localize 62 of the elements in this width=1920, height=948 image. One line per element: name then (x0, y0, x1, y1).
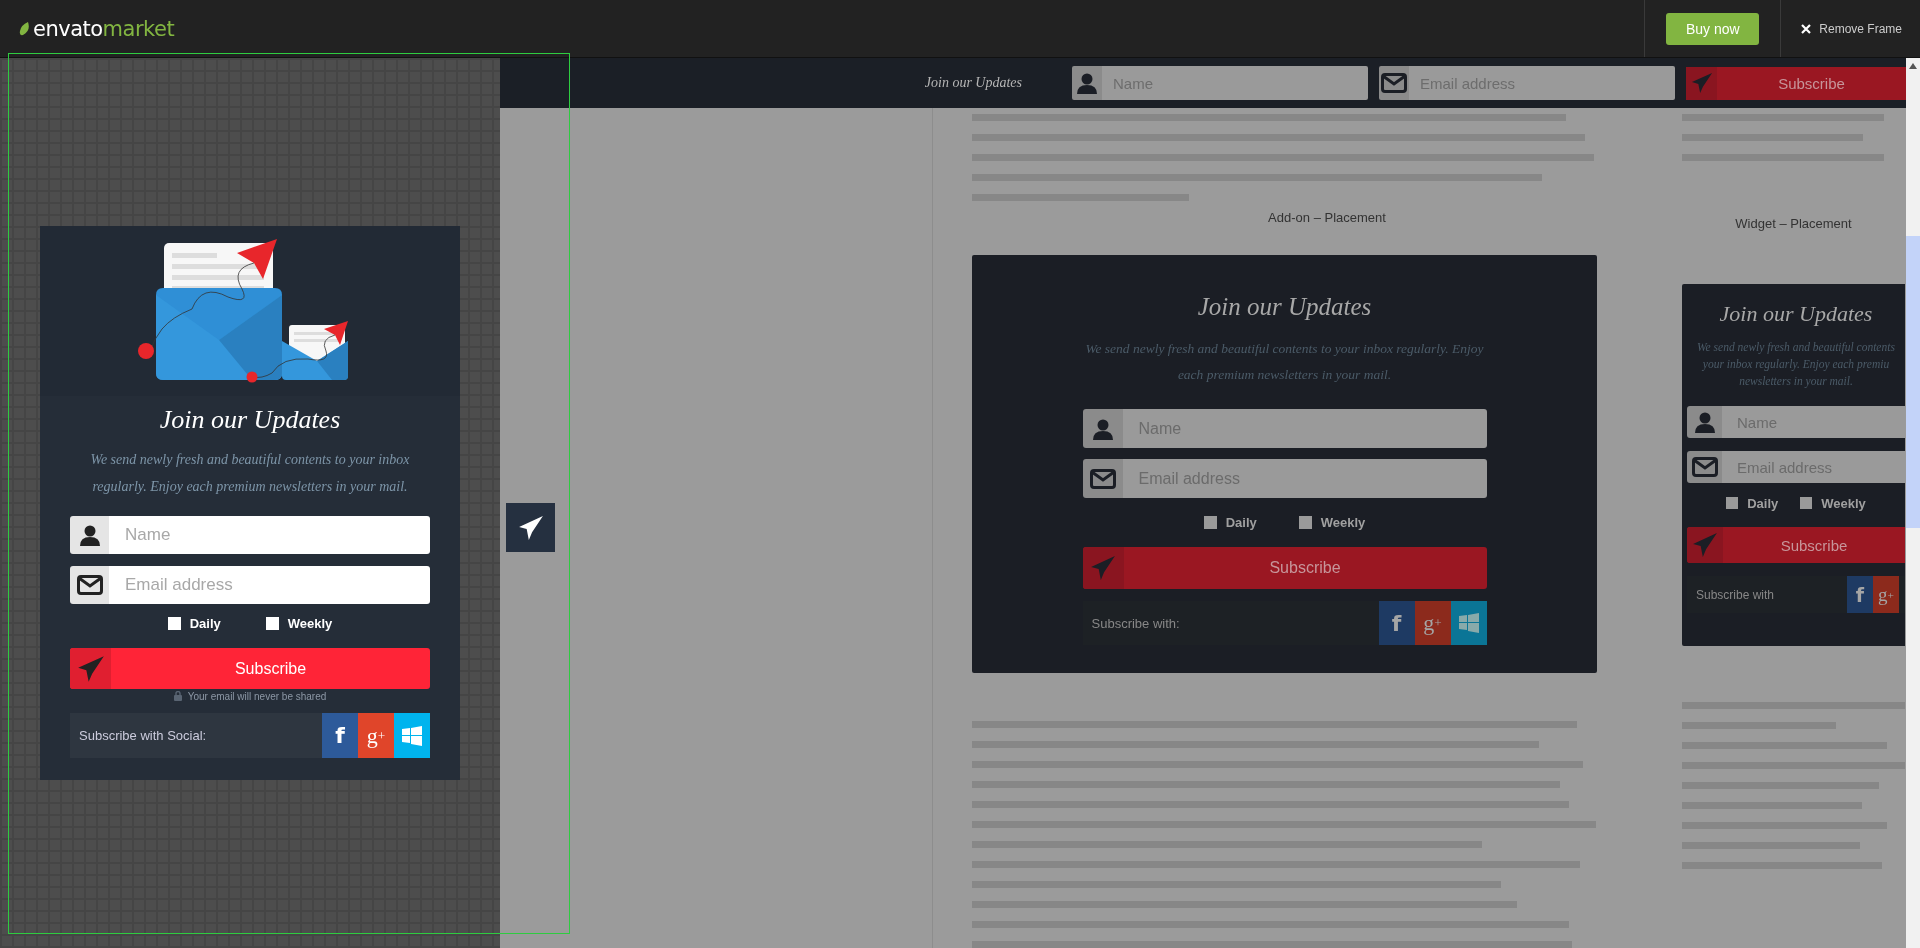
logo-text: envatomarket (33, 16, 175, 41)
checkbox[interactable] (167, 616, 181, 630)
subscribe-button[interactable]: Subscribe (1082, 547, 1487, 589)
checkbox-label[interactable]: Daily (1225, 514, 1257, 530)
windows-icon (402, 725, 422, 746)
social-button[interactable] (1450, 601, 1487, 645)
checkbox[interactable] (1726, 497, 1739, 509)
checkbox-label[interactable]: Weekly (1821, 495, 1866, 511)
social-button[interactable]: g$^{+}$ (1873, 576, 1899, 613)
envelope-icon (1089, 468, 1116, 489)
scrollbar-thumb[interactable] (1906, 236, 1920, 528)
email-field[interactable]: Email address (109, 566, 430, 604)
person-icon (1091, 417, 1114, 440)
buy-now-button[interactable]: Buy now (1666, 12, 1760, 45)
subscribe-button[interactable]: Subscribe (1686, 66, 1906, 100)
checkbox[interactable] (1800, 497, 1813, 509)
lock-icon (173, 691, 182, 701)
checkbox-label[interactable]: Daily (1747, 495, 1779, 511)
checkbox-label[interactable]: Daily (189, 615, 221, 631)
social-button[interactable]: g$^{+}$ (358, 713, 394, 758)
person-icon (1693, 411, 1716, 433)
social-label: Subscribe with (1695, 587, 1776, 602)
privacy-note: Your email will never be shared (187, 690, 327, 702)
form-title: Join our Updates (1197, 292, 1372, 322)
envelope-icon (76, 575, 103, 595)
form-description: We send newly fresh and beautiful contents to your inbox regularly. Enjoy each premium newsletters in your mail. (1085, 340, 1484, 384)
scroll-up-icon[interactable] (1909, 63, 1917, 69)
paper-plane-icon (517, 514, 544, 541)
form-description: We send newly fresh and beautiful contents to your inbox regularly. Enjoy each premium newsletters in your mail. (90, 451, 410, 496)
checkbox-label[interactable]: Weekly (287, 615, 333, 631)
social-label: Subscribe with Social: (78, 728, 208, 743)
paper-plane-icon (1690, 72, 1713, 94)
checkbox-label[interactable]: Weekly (1320, 514, 1366, 530)
leaf-icon (19, 21, 30, 36)
subscribe-button[interactable]: Subscribe (70, 648, 430, 689)
checkbox[interactable] (1298, 515, 1312, 529)
person-icon (78, 524, 101, 546)
paper-plane-icon (1090, 555, 1116, 581)
paper-plane-icon (76, 654, 105, 683)
close-icon (1801, 23, 1812, 34)
person-icon (1076, 72, 1098, 94)
name-field[interactable]: Name (109, 516, 430, 554)
envelope-icon (1381, 73, 1407, 93)
bar-title: Join our Updates (924, 75, 1022, 91)
remove-frame-link[interactable]: Remove Frame (1819, 21, 1902, 36)
social-label: Subscribe with: (1090, 615, 1181, 631)
windows-icon (1458, 613, 1479, 633)
form-title: Join our Updates (159, 404, 341, 436)
section-caption: Widget – Placement (1734, 215, 1853, 233)
section-caption: Add-on – Placement (1267, 209, 1387, 227)
send-button[interactable] (506, 503, 555, 552)
social-button[interactable]: f (322, 713, 358, 758)
social-button[interactable]: g$^{+}$ (1414, 601, 1451, 645)
envelope-icon (1691, 457, 1718, 477)
checkbox[interactable] (265, 616, 279, 630)
form-description: We send newly fresh and beautiful contents your inbox regularly. Enjoy each premiu newsletters in your mail. (1697, 340, 1895, 390)
checkbox[interactable] (1203, 515, 1217, 529)
social-button[interactable]: f (1378, 601, 1415, 645)
social-button[interactable]: f (1847, 576, 1873, 613)
form-title: Join our Updates (1719, 301, 1873, 327)
subscribe-button[interactable]: Subscribe (1687, 527, 1905, 563)
paper-plane-icon (1692, 532, 1718, 558)
